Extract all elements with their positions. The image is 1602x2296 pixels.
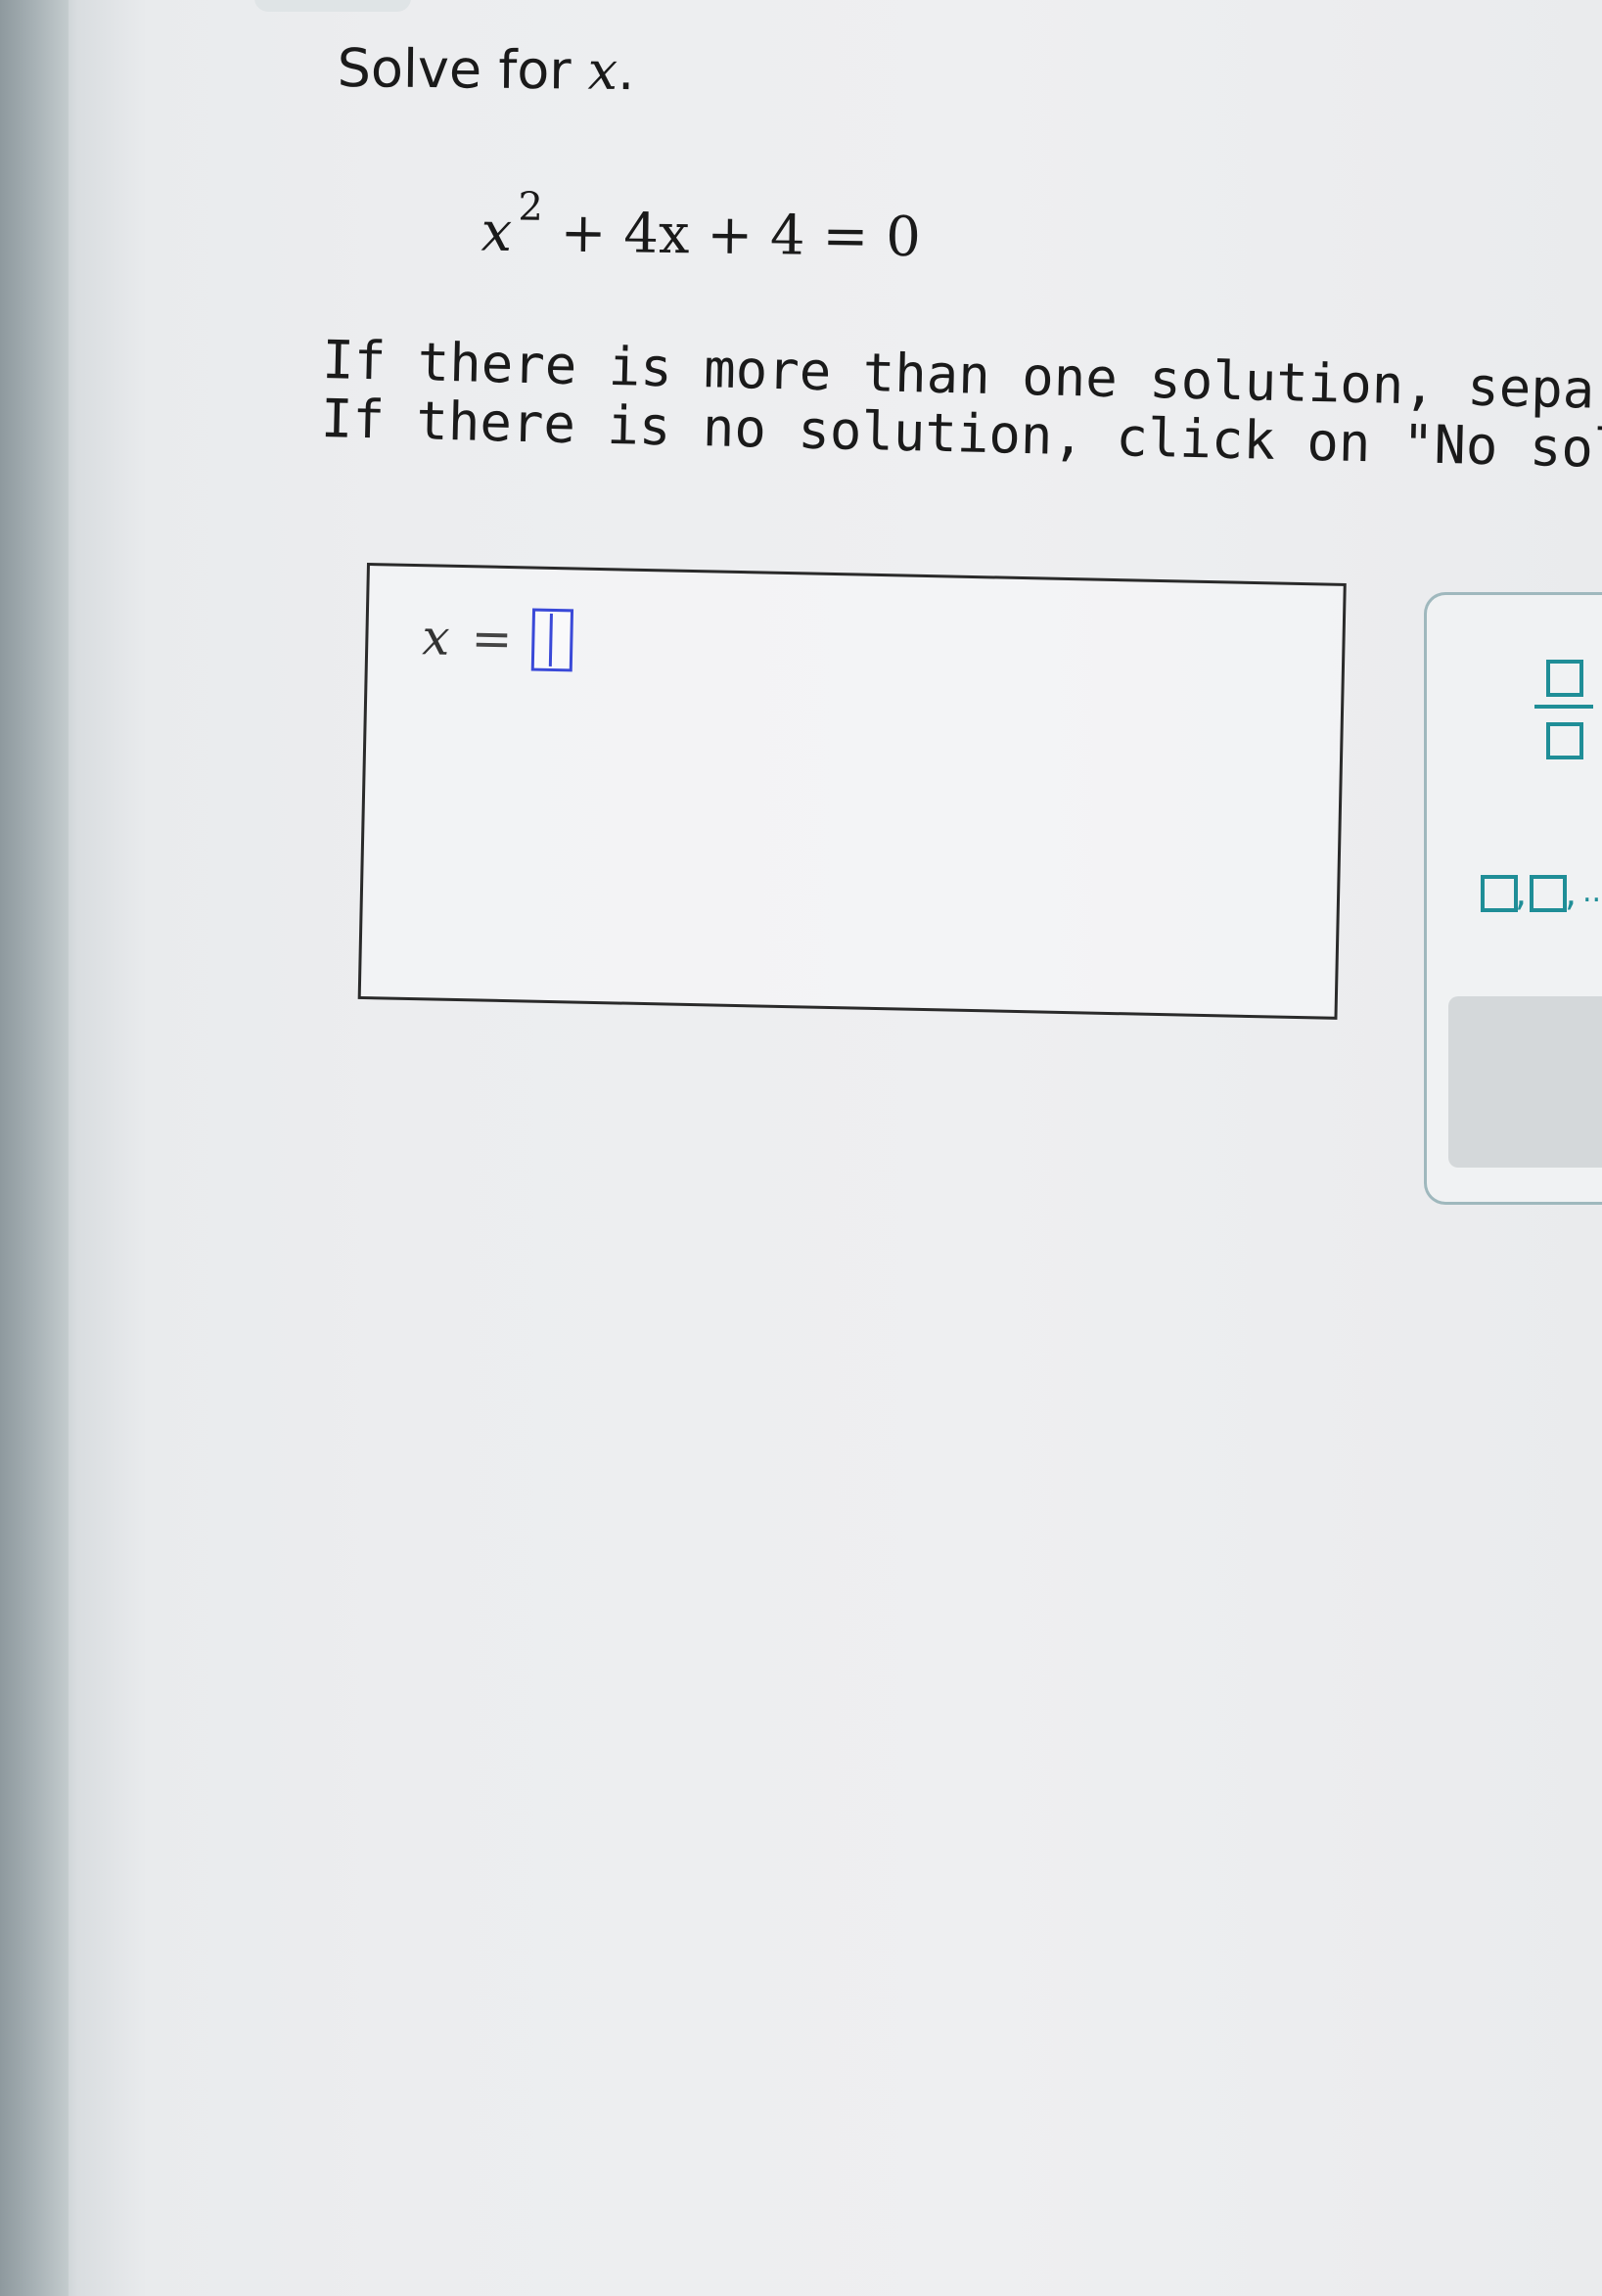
question-period: . [617,40,635,103]
equation-base: x [481,200,513,265]
no-solution-button[interactable]: › [1448,996,1602,1168]
math-tool-panel: , , .. › [1424,592,1602,1205]
list-comma: , [1515,871,1528,914]
list-comma: , [1565,871,1578,914]
top-tab[interactable] [254,0,411,12]
fraction-bar-icon [1534,705,1593,709]
question-prompt: Solve for [337,37,572,102]
list-box-icon [1530,875,1567,912]
list-ellipsis: .. [1582,875,1602,909]
answer-box[interactable]: x = [357,563,1347,1020]
list-separator-button[interactable]: , , .. [1481,869,1602,918]
fraction-numerator-box-icon [1546,660,1583,697]
list-box-icon [1481,875,1518,912]
instructions: If there is more than one solution, sepa… [320,329,1602,485]
fraction-button[interactable] [1534,654,1593,761]
answer-equals: = [471,610,514,668]
equation: x 2 + 4x + 4 = 0 [481,184,922,270]
equation-exponent: 2 [518,184,544,230]
question-variable: x [587,39,618,102]
page: Solve for x. x 2 + 4x + 4 = 0 If there is … [0,0,1602,2296]
answer-variable: x [421,609,451,666]
answer-row: x = [421,606,574,672]
left-margin-strip [0,0,69,2296]
answer-input[interactable] [530,608,574,672]
question-title: Solve for x. [337,37,634,102]
equation-rest: + 4x + 4 = 0 [560,201,922,270]
fraction-denominator-box-icon [1546,722,1583,759]
